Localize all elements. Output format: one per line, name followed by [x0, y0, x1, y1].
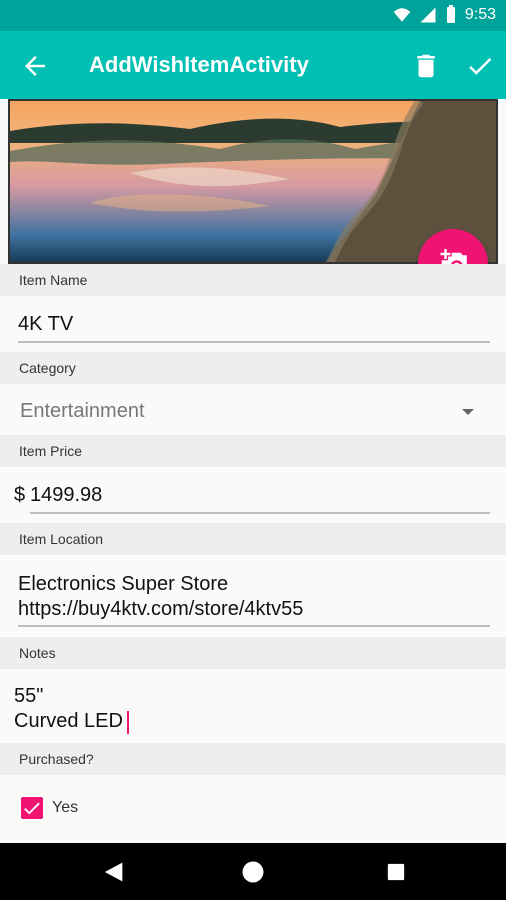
purchased-field[interactable]: Yes — [0, 775, 506, 843]
checkmark-icon — [24, 802, 40, 815]
item-price-input[interactable]: 1499.98 — [30, 484, 102, 507]
category-selected: Entertainment — [20, 400, 145, 422]
navigation-bar — [0, 843, 506, 900]
back-arrow-icon[interactable] — [20, 51, 50, 81]
signal-icon — [420, 7, 436, 23]
purchased-checkbox[interactable] — [21, 797, 43, 819]
item-name-label: Item Name — [0, 264, 506, 296]
save-check-icon[interactable] — [465, 51, 495, 81]
notes-field[interactable]: 55" Curved LED — [0, 669, 506, 743]
chevron-down-icon — [462, 409, 474, 415]
item-location-underline — [18, 625, 490, 627]
text-cursor — [127, 711, 129, 734]
landscape-image — [10, 101, 496, 262]
status-bar: 9:53 — [0, 0, 506, 31]
item-name-underline — [18, 341, 490, 343]
item-location-field[interactable]: Electronics Super Store https://buy4ktv.… — [0, 555, 506, 637]
wifi-icon — [393, 8, 411, 22]
home-circle-icon[interactable] — [239, 858, 267, 886]
currency-prefix: $ — [14, 484, 26, 506]
item-photo — [8, 99, 498, 264]
recents-square-icon[interactable] — [382, 858, 410, 886]
item-price-underline — [30, 512, 490, 514]
item-location-input[interactable]: Electronics Super Store https://buy4ktv.… — [18, 572, 303, 622]
notes-input[interactable]: 55" Curved LED — [14, 684, 123, 734]
category-dropdown[interactable]: Entertainment — [0, 384, 506, 435]
page-title: AddWishItemActivity — [89, 52, 309, 77]
item-name-input[interactable]: 4K TV — [18, 313, 73, 336]
purchased-yes-label: Yes — [52, 799, 79, 816]
status-icons: 9:53 — [393, 5, 496, 25]
purchased-label: Purchased? — [0, 743, 506, 775]
back-triangle-icon[interactable] — [99, 858, 127, 886]
delete-icon[interactable] — [411, 51, 441, 81]
battery-icon — [446, 5, 455, 23]
category-label: Category — [0, 352, 506, 384]
status-time: 9:53 — [464, 6, 496, 23]
item-price-field[interactable]: $ 1499.98 — [0, 467, 506, 523]
notes-label: Notes — [0, 637, 506, 669]
item-name-field[interactable]: 4K TV — [0, 296, 506, 352]
toolbar: AddWishItemActivity — [0, 31, 506, 99]
item-price-label: Item Price — [0, 435, 506, 467]
item-location-label: Item Location — [0, 523, 506, 555]
